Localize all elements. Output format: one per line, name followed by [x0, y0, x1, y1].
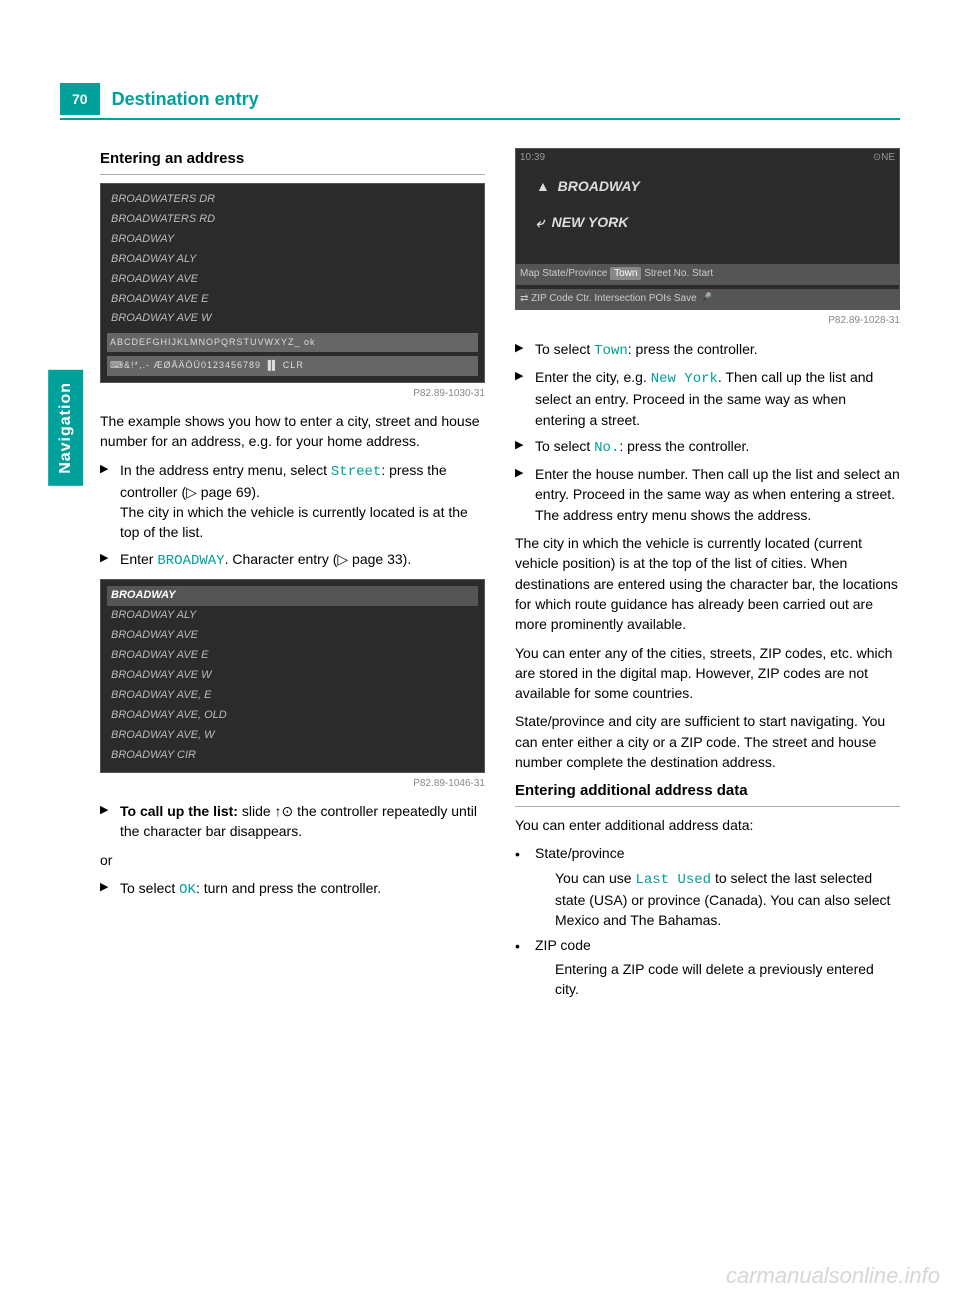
menu-bar: ⇄ ZIP Code Ctr. Intersection POIs Save 🎤 [516, 289, 899, 310]
list-item: BROADWATERS DR [107, 190, 478, 210]
ui-label: Town [594, 343, 628, 359]
instruction-step: ▶ Enter the city, e.g. New York. Then ca… [515, 367, 900, 430]
figure-caption: P82.89-1028-31 [515, 314, 900, 329]
page-number: 70 [60, 83, 100, 115]
bullet-item: • State/province You can use Last Used t… [515, 843, 900, 930]
body-text: The city in which the vehicle is current… [515, 533, 900, 634]
heading-additional-address: Entering additional address data [515, 780, 900, 807]
clock: 10:39 [520, 151, 545, 166]
list-item: BROADWAY AVE [107, 270, 478, 290]
instruction-step: ▶ Enter the house number. Then call up t… [515, 464, 900, 525]
list-item: BROADWAY AVE, OLD [107, 706, 478, 726]
figure-street-list: BROADWAY BROADWAY ALY BROADWAY AVE BROAD… [100, 579, 485, 772]
triangle-icon: ▶ [100, 549, 112, 571]
page-header: 70 Destination entry [60, 80, 900, 120]
ui-label: BROADWAY [157, 553, 224, 569]
triangle-icon: ▶ [515, 436, 527, 458]
watermark: carmanualsonline.info [726, 1260, 940, 1292]
list-item: BROADWATERS RD [107, 210, 478, 230]
figure-caption: P82.89-1046-31 [100, 777, 485, 792]
heading-entering-address: Entering an address [100, 148, 485, 175]
section-tab: Navigation [48, 370, 83, 486]
ui-label: No. [594, 440, 619, 456]
triangle-icon: ▶ [100, 801, 112, 842]
instruction-step: ▶ To select Town: press the controller. [515, 339, 900, 361]
body-text: You can enter any of the cities, streets… [515, 643, 900, 704]
list-item: BROADWAY AVE E [107, 646, 478, 666]
character-bar: ABCDEFGHIJKLMNOPQRSTUVWXYZ_ ok [107, 333, 478, 352]
triangle-icon: ▶ [100, 878, 112, 900]
list-item: BROADWAY AVE, E [107, 686, 478, 706]
figure-caption: P82.89-1030-31 [100, 387, 485, 402]
list-item: BROADWAY ALY [107, 250, 478, 270]
menu-bar: Map State/Province Town Street No. Start [516, 264, 899, 285]
list-item: BROADWAY AVE, W [107, 726, 478, 746]
instruction-step: ▶ To select No.: press the controller. [515, 436, 900, 458]
triangle-icon: ▶ [100, 460, 112, 543]
instruction-step: ▶ In the address entry menu, select Stre… [100, 460, 485, 543]
bullet-item: • ZIP code Entering a ZIP code will dele… [515, 935, 900, 1000]
page-title: Destination entry [100, 80, 271, 118]
list-item: BROADWAY AVE W [107, 666, 478, 686]
body-text: State/province and city are sufficient t… [515, 711, 900, 772]
compass-icon: ⊙NE [873, 151, 895, 166]
instruction-step: ▶ To call up the list: slide ↑⊙ the cont… [100, 801, 485, 842]
figure-address-entry-menu: 10:39 ⊙NE ▲ BROADWAY ⤶ NEW YORK Map Stat… [515, 148, 900, 310]
bell-icon: ▲ [536, 178, 550, 194]
triangle-icon: ▶ [515, 464, 527, 525]
list-item: BROADWAY AVE [107, 626, 478, 646]
or-separator: or [100, 850, 485, 870]
instruction-step: ▶ Enter BROADWAY. Character entry (▷ pag… [100, 549, 485, 571]
list-item: BROADWAY AVE W [107, 309, 478, 329]
ui-label: Street [331, 464, 381, 480]
ui-label: Last Used [635, 872, 711, 888]
figure-street-list-keyboard: BROADWATERS DR BROADWATERS RD BROADWAY B… [100, 183, 485, 383]
list-item: BROADWAY CIR [107, 746, 478, 766]
body-text: You can enter additional address data: [515, 815, 900, 835]
back-icon: ⤶ [536, 214, 544, 230]
list-item: BROADWAY [107, 230, 478, 250]
triangle-icon: ▶ [515, 339, 527, 361]
ui-label: New York [651, 371, 718, 387]
bullet-icon: • [515, 843, 527, 930]
column-right: 10:39 ⊙NE ▲ BROADWAY ⤶ NEW YORK Map Stat… [515, 140, 900, 1005]
column-left: Entering an address BROADWATERS DR BROAD… [100, 140, 485, 1005]
character-bar: ⌨&!*,.- ÆØÅÄÖÜ0123456789 ▐▌ CLR [107, 356, 478, 375]
body-text: The example shows you how to enter a cit… [100, 411, 485, 452]
bullet-icon: • [515, 935, 527, 1000]
instruction-step: ▶ To select OK: turn and press the contr… [100, 878, 485, 900]
list-item: BROADWAY [107, 586, 478, 606]
triangle-icon: ▶ [515, 367, 527, 430]
list-item: BROADWAY AVE E [107, 290, 478, 310]
ui-label: OK [179, 882, 196, 898]
list-item: BROADWAY ALY [107, 606, 478, 626]
